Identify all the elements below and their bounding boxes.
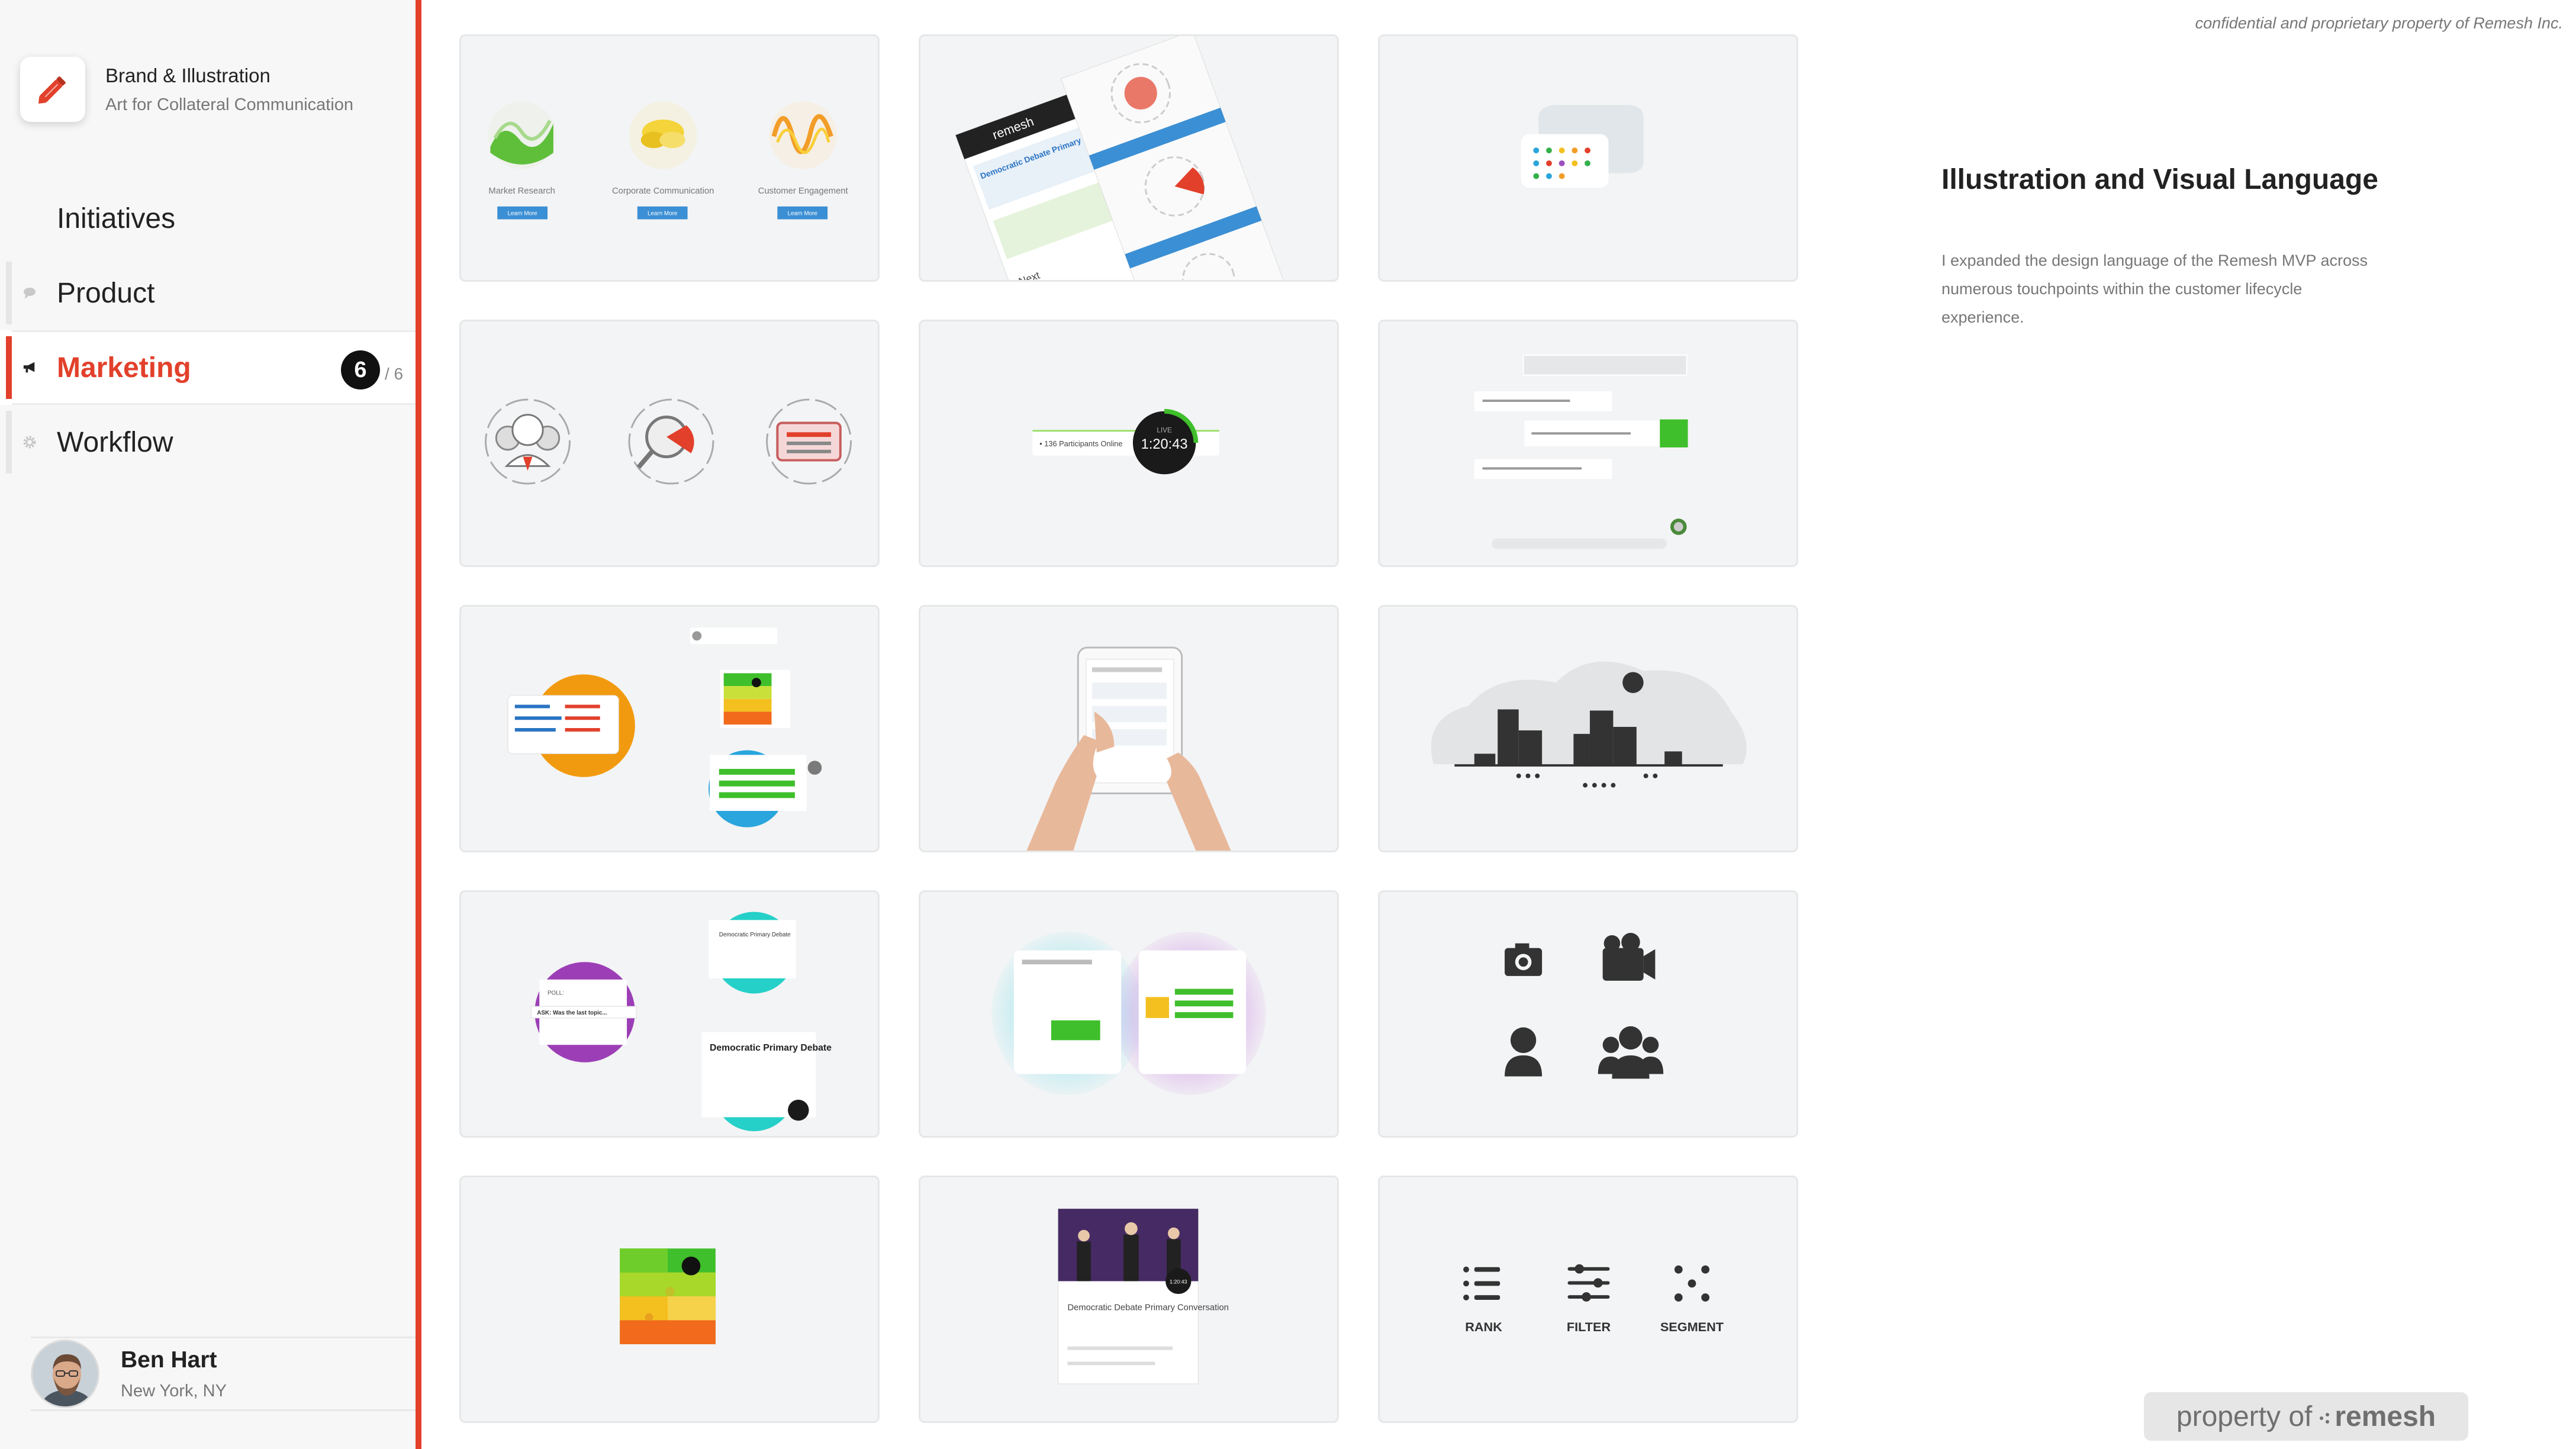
illustration-tile-tablet-hands[interactable] [919, 605, 1339, 852]
nav-item-product[interactable]: Product [0, 256, 416, 330]
property-watermark: property of remesh [2144, 1392, 2468, 1441]
user-profile[interactable]: Ben Hart New York, NY [31, 1337, 416, 1411]
count-badge: 6 [341, 350, 380, 389]
svg-text:ASK: Was the last topic...: ASK: Was the last topic... [537, 1010, 607, 1016]
illustration-tile-mobile-screens[interactable]: remesh Democratic Debate Primary Convers… [919, 34, 1339, 282]
filter-icon: FILTER [1567, 1264, 1611, 1334]
svg-text:Democratic Primary Debate: Democratic Primary Debate [710, 1043, 832, 1053]
illustration-tile-media-icons[interactable] [1378, 890, 1798, 1138]
svg-text:Learn More: Learn More [507, 211, 537, 217]
count-total: / 6 [385, 365, 404, 383]
watermark-brand: remesh [2317, 1400, 2436, 1433]
illustration-tile-video-card[interactable]: 1:20:43 Democratic Debate Primary Conver… [919, 1176, 1339, 1423]
nav-item-initiatives[interactable]: Initiatives [0, 181, 416, 256]
illustration-tile-segment-cards[interactable]: Market Research Learn More Corporate Com… [459, 34, 880, 282]
illustration-tile-heatmap[interactable] [459, 1176, 880, 1423]
nav-indicator [6, 411, 12, 474]
nav-indicator [6, 336, 12, 399]
svg-text:Democratic Debate Primary Conv: Democratic Debate Primary Conversation [1068, 1303, 1229, 1313]
megaphone-icon [22, 360, 37, 375]
app-root: Brand & Illustration Art for Collateral … [0, 0, 2576, 1449]
illustration-tile-icon-set[interactable] [459, 320, 880, 567]
nav-item-marketing[interactable]: Marketing 6 / 6 [0, 330, 416, 405]
remesh-logo-icon [2320, 1412, 2330, 1424]
checklist-card-icon [766, 398, 852, 485]
page-description: I expanded the design language of the Re… [1941, 252, 2368, 326]
nav-indicator [6, 262, 12, 324]
svg-text:POLL:: POLL: [548, 990, 564, 996]
nav-label: Marketing [57, 352, 191, 384]
nav-label: Product [57, 277, 155, 309]
heatmap-grid [620, 1248, 716, 1344]
svg-text:Learn More: Learn More [788, 211, 818, 217]
svg-text:1:20:43: 1:20:43 [1141, 437, 1188, 452]
sidebar: Brand & Illustration Art for Collateral … [0, 0, 421, 1449]
svg-text:RANK: RANK [1465, 1319, 1502, 1334]
video-camera-icon [1602, 932, 1656, 981]
market-research-card: Market Research Learn More [488, 101, 556, 220]
svg-text:Learn More: Learn More [648, 211, 678, 217]
illustration-tile-glow-cards[interactable] [919, 890, 1339, 1138]
gear-icon [22, 435, 37, 449]
customer-engagement-card: Customer Engagement Learn More [758, 101, 848, 220]
audience-icon [485, 398, 571, 485]
camera-icon [1505, 943, 1543, 976]
user-location: New York, NY [121, 1381, 227, 1400]
svg-text:Market Research: Market Research [488, 186, 555, 196]
segment-icon: SEGMENT [1660, 1265, 1724, 1334]
participants-label: • 136 Participants Online [1039, 439, 1122, 448]
svg-text:Corporate Communication: Corporate Communication [612, 186, 714, 196]
group-icon [1598, 1026, 1664, 1079]
live-timer-badge: LIVE 1:20:43 [1132, 408, 1199, 475]
svg-text:LIVE: LIVE [1157, 426, 1172, 434]
project-text: Brand & Illustration Art for Collateral … [105, 65, 353, 115]
nav-label: Workflow [57, 426, 173, 458]
magnifier-icon [628, 398, 714, 485]
project-title: Brand & Illustration [105, 64, 271, 86]
illustration-tile-city-skyline[interactable] [1378, 605, 1798, 852]
avatar [31, 1339, 99, 1408]
user-name: Ben Hart [121, 1347, 217, 1373]
svg-text:FILTER: FILTER [1567, 1319, 1611, 1334]
confidential-notice: confidential and proprietary property of… [2195, 14, 2563, 32]
corporate-communication-card: Corporate Communication Learn More [612, 101, 714, 220]
illustration-tile-debate-cards[interactable]: POLL: ASK: Was the last topic... Democra… [459, 890, 880, 1138]
user-text: Ben Hart New York, NY [121, 1347, 227, 1401]
illustration-tile-action-icons[interactable]: RANK FILTER SEGMENT [1378, 1176, 1798, 1423]
pencil-icon [20, 57, 85, 122]
project-subtitle: Art for Collateral Communication [105, 95, 354, 114]
nav-item-workflow[interactable]: Workflow [0, 405, 416, 479]
svg-text:Customer Engagement: Customer Engagement [758, 186, 848, 196]
watermark-brand-text: remesh [2334, 1400, 2436, 1432]
svg-text:SEGMENT: SEGMENT [1660, 1319, 1724, 1334]
illustration-tile-chat-thread[interactable] [1378, 320, 1798, 567]
chat-bubble-icon [22, 286, 37, 300]
illustration-tile-live-timer[interactable]: • 136 Participants Online LIVE 1:20:43 [919, 320, 1339, 567]
nav-label: Initiatives [57, 202, 176, 234]
user-icon [1505, 1027, 1543, 1077]
section-nav: Initiatives Product Marketing 6 / 6 Work… [0, 181, 416, 479]
project-header[interactable]: Brand & Illustration Art for Collateral … [20, 57, 353, 122]
item-counter: 6 / 6 [341, 350, 403, 389]
illustration-tile-device-cards[interactable] [459, 605, 880, 852]
page-title: Illustration and Visual Language [1941, 164, 2378, 195]
chat-bubble-front [1521, 134, 1609, 188]
svg-text:1:20:43: 1:20:43 [1170, 1279, 1187, 1284]
rank-icon: RANK [1463, 1266, 1502, 1334]
illustration-tile-chat-dots[interactable] [1378, 34, 1798, 282]
watermark-prefix: property of [2176, 1400, 2313, 1432]
heatmap-small [723, 673, 772, 725]
svg-text:Democratic Primary Debate: Democratic Primary Debate [719, 932, 791, 938]
